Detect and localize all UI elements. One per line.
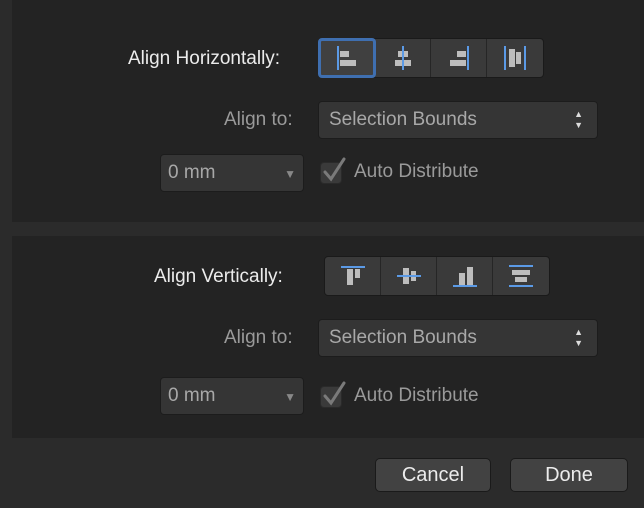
align-center-horizontal-button[interactable] <box>375 39 431 77</box>
vertical-align-segmented-control <box>324 256 550 296</box>
horizontal-spacing-combo[interactable]: 0 mm ▼ <box>160 154 304 192</box>
align-vertically-label: Align Vertically: <box>154 266 283 287</box>
align-center-horizontal-icon <box>394 46 411 70</box>
horizontal-align-to-label: Align to: <box>224 109 293 130</box>
done-button[interactable]: Done <box>510 458 628 492</box>
horizontal-align-to-select[interactable]: Selection Bounds ▲ ▼ <box>318 101 598 139</box>
vertical-auto-distribute-label: Auto Distribute <box>354 385 479 406</box>
align-top-button[interactable] <box>325 257 381 295</box>
distribute-vertical-icon <box>509 265 533 287</box>
align-right-button[interactable] <box>431 39 487 77</box>
align-middle-vertical-button[interactable] <box>381 257 437 295</box>
horizontal-auto-distribute-checkbox[interactable] <box>320 157 346 184</box>
chevron-down-icon: ▼ <box>284 167 296 181</box>
distribute-horizontal-button[interactable] <box>487 39 543 77</box>
vertical-spacing-value: 0 mm <box>168 385 216 406</box>
cancel-button[interactable]: Cancel <box>375 458 491 492</box>
distribute-horizontal-icon <box>504 46 526 70</box>
checkmark-icon <box>323 381 346 406</box>
align-bottom-icon <box>452 267 477 287</box>
vertical-spacing-combo[interactable]: 0 mm ▼ <box>160 377 304 415</box>
horizontal-align-segmented-control <box>318 38 544 78</box>
vertical-align-to-label: Align to: <box>224 327 293 348</box>
align-bottom-button[interactable] <box>437 257 493 295</box>
align-horizontally-label: Align Horizontally: <box>128 48 281 69</box>
distribute-vertical-button[interactable] <box>493 257 549 295</box>
align-top-icon <box>340 266 365 285</box>
horizontal-align-to-value: Selection Bounds <box>329 109 477 130</box>
vertical-auto-distribute-checkbox[interactable] <box>320 381 346 408</box>
select-arrows-icon: ▲ ▼ <box>574 327 583 348</box>
align-middle-vertical-icon <box>396 268 421 284</box>
checkmark-icon <box>323 157 346 182</box>
select-arrows-icon: ▲ ▼ <box>574 109 583 130</box>
align-left-icon <box>336 46 356 70</box>
align-left-button[interactable] <box>318 38 376 78</box>
align-right-icon <box>449 46 469 70</box>
horizontal-spacing-value: 0 mm <box>168 162 216 183</box>
vertical-align-to-value: Selection Bounds <box>329 327 477 348</box>
chevron-down-icon: ▼ <box>284 390 296 404</box>
vertical-align-to-select[interactable]: Selection Bounds ▲ ▼ <box>318 319 598 357</box>
horizontal-auto-distribute-label: Auto Distribute <box>354 161 479 182</box>
